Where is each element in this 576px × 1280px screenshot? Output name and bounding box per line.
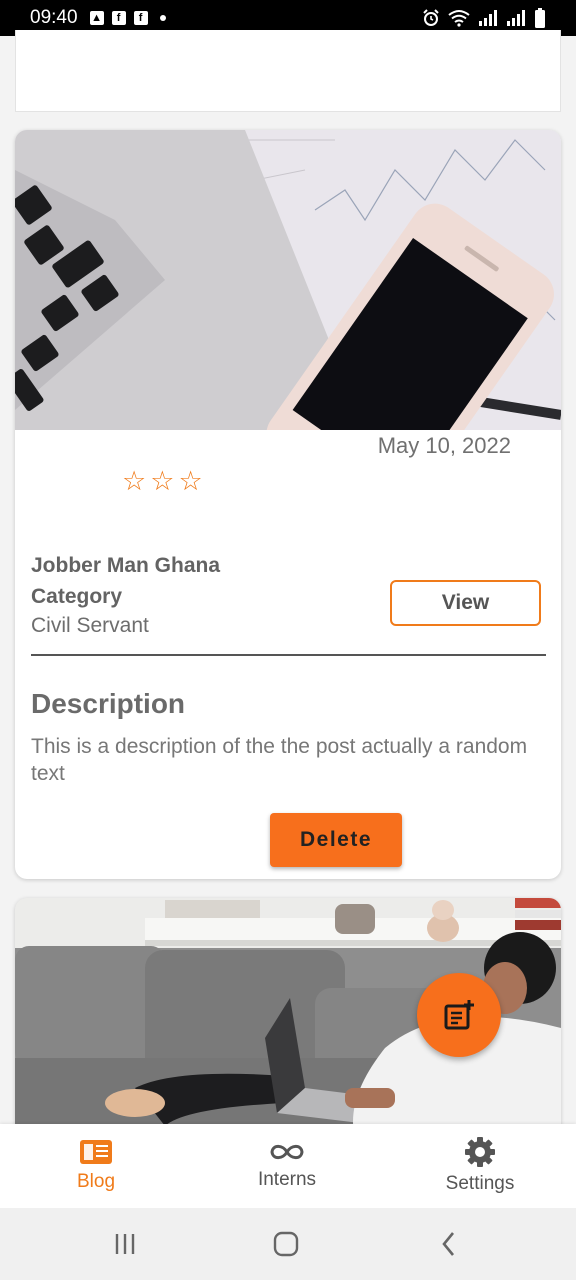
recent-apps-icon <box>115 1234 135 1254</box>
nav-item-settings[interactable]: Settings <box>430 1124 530 1208</box>
description-heading: Description <box>31 688 186 719</box>
nav-label-interns: Interns <box>257 1169 317 1190</box>
star-icon[interactable]: ☆ <box>122 468 146 495</box>
signal-icon <box>507 10 525 26</box>
view-button[interactable]: View <box>390 580 541 626</box>
nav-label-blog: Blog <box>76 1171 116 1192</box>
alarm-icon <box>423 9 439 26</box>
laptop-phone-desk-photo <box>15 130 561 430</box>
system-navigation-bar <box>0 1208 576 1280</box>
rating-stars[interactable]: ☆ ☆ ☆ <box>122 468 203 495</box>
previous-post-card <box>15 30 561 112</box>
category-value: Civil Servant <box>31 614 149 637</box>
category-label: Category <box>31 585 123 608</box>
description-text: This is a description of the the post ac… <box>31 735 528 785</box>
wifi-icon <box>448 10 470 27</box>
image-icon: ▲ <box>89 11 104 25</box>
post-image <box>15 130 561 430</box>
back-button[interactable] <box>435 1228 463 1260</box>
battery-icon <box>535 8 545 28</box>
star-icon[interactable]: ☆ <box>150 468 174 495</box>
nav-label-settings: Settings <box>445 1173 515 1194</box>
delete-button[interactable]: Delete <box>270 813 402 867</box>
company-name: Jobber Man Ghana <box>31 554 221 577</box>
nav-item-blog[interactable]: Blog <box>46 1124 146 1208</box>
notification-icons: ▲ f f <box>89 11 166 25</box>
signal-icon <box>479 10 497 26</box>
status-time: 09:40 <box>30 7 78 28</box>
star-icon[interactable]: ☆ <box>178 468 202 495</box>
nav-item-interns[interactable]: Interns <box>237 1124 337 1208</box>
home-icon <box>273 1231 299 1257</box>
home-button[interactable] <box>270 1228 302 1260</box>
dot-icon <box>159 15 166 21</box>
system-icons <box>422 8 546 28</box>
post-date: May 10, 2022 <box>377 433 511 458</box>
gear-icon <box>465 1137 495 1167</box>
app-screen: 09:40 ▲ f f May 10, 2022 ☆ ☆ ☆ Jobber Ma… <box>0 0 576 1280</box>
infinity-icon <box>270 1144 304 1160</box>
bottom-navigation: Blog Interns Settings <box>0 1124 576 1208</box>
back-icon <box>442 1232 455 1256</box>
recent-apps-button[interactable] <box>110 1228 140 1260</box>
divider <box>31 654 546 656</box>
facebook-icon: f <box>133 11 148 25</box>
add-post-fab[interactable] <box>417 973 501 1057</box>
facebook-icon: f <box>111 11 126 25</box>
add-note-icon <box>444 1000 474 1030</box>
post-card: May 10, 2022 ☆ ☆ ☆ Jobber Man Ghana Cate… <box>15 130 561 879</box>
article-icon <box>80 1140 112 1164</box>
